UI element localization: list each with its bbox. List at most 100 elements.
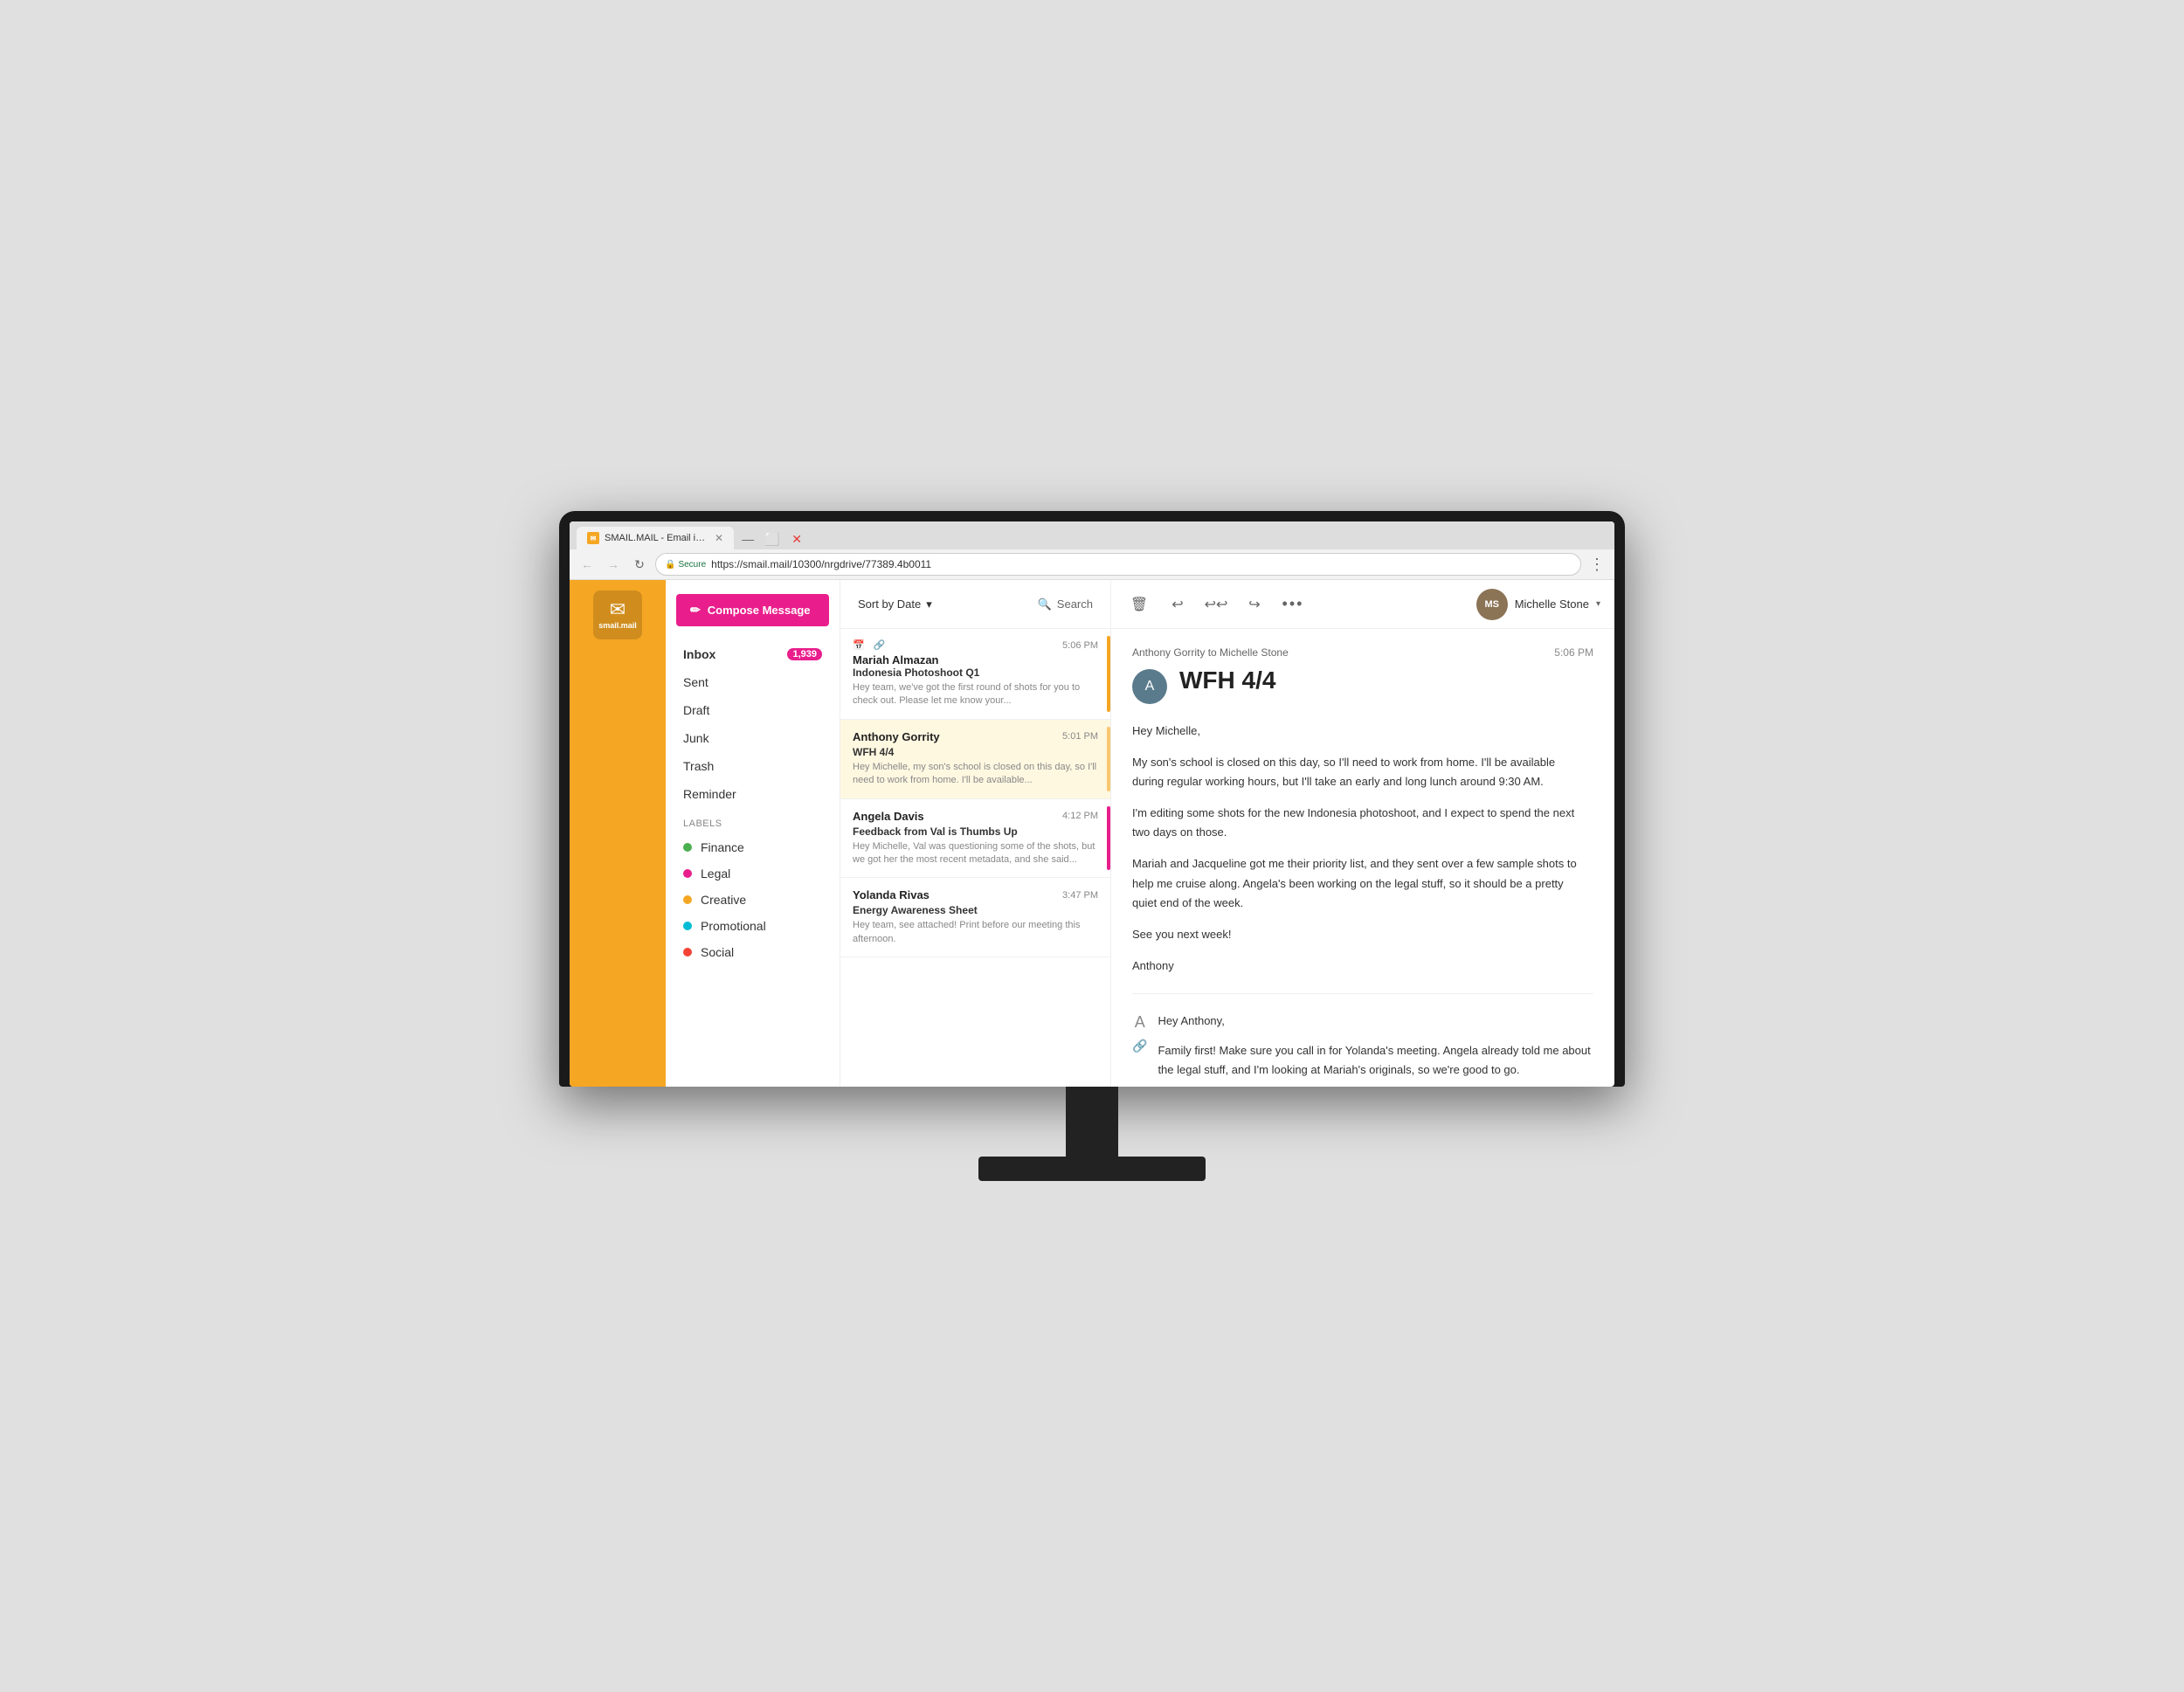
reply-all-button[interactable]: ↩↩ bbox=[1202, 590, 1230, 618]
label-legal[interactable]: Legal bbox=[666, 860, 840, 887]
email-time-3: 4:12 PM bbox=[1062, 811, 1098, 821]
more-options-button[interactable]: ••• bbox=[1279, 590, 1307, 618]
browser-menu-button[interactable]: ⋮ bbox=[1586, 554, 1607, 575]
forward-button[interactable]: → bbox=[603, 554, 624, 575]
email-detail-toolbar: 🗑 ↩ ↩↩ ↪ ••• bbox=[1111, 580, 1614, 629]
priority-bar-3 bbox=[1107, 806, 1110, 871]
email-sender-2: Anthony Gorrity bbox=[853, 730, 940, 743]
email-item-2-header: Anthony Gorrity 5:01 PM bbox=[853, 730, 1098, 743]
finance-dot bbox=[683, 843, 692, 852]
nav-item-inbox[interactable]: Inbox 1,939 bbox=[666, 640, 840, 668]
sender-avatar: A bbox=[1132, 669, 1167, 704]
reply-p1: Hey Anthony, bbox=[1158, 1012, 1593, 1031]
logo-icon: ✉ bbox=[610, 600, 625, 619]
maximize-button[interactable]: ⬜ bbox=[762, 528, 783, 549]
browser-tab-active[interactable]: ✉ SMAIL.MAIL - Email inbo... ✕ bbox=[577, 527, 734, 549]
social-dot bbox=[683, 948, 692, 956]
secure-badge: 🔒 Secure bbox=[665, 560, 706, 570]
sort-label: Sort by Date bbox=[858, 597, 921, 611]
body-p1: Hey Michelle, bbox=[1132, 722, 1586, 741]
close-button[interactable]: ✕ bbox=[786, 528, 807, 549]
reply-section: A 🔗 Hey Anthony, Family first! Make sure… bbox=[1132, 1012, 1593, 1087]
sent-label: Sent bbox=[683, 675, 708, 689]
user-profile[interactable]: MS Michelle Stone ▾ bbox=[1476, 589, 1600, 620]
email-body: Hey Michelle, My son's school is closed … bbox=[1132, 722, 1586, 976]
email-detail-panel: 🗑 ↩ ↩↩ ↪ ••• bbox=[1111, 580, 1614, 1087]
minimize-button[interactable]: — bbox=[737, 528, 758, 549]
body-p5: See you next week! bbox=[1132, 925, 1586, 944]
email-subject-3: Feedback from Val is Thumbs Up bbox=[853, 825, 1098, 838]
undo-icon: ↩ bbox=[1171, 596, 1183, 613]
nav-panel: ✏ Compose Message Inbox 1,939 Sent Draft bbox=[666, 580, 840, 1087]
email-detail-time: 5:06 PM bbox=[1554, 646, 1593, 659]
compose-button[interactable]: ✏ Compose Message bbox=[676, 594, 829, 626]
address-bar[interactable]: 🔒 Secure https://smail.mail/10300/nrgdri… bbox=[655, 553, 1581, 576]
nav-item-draft[interactable]: Draft bbox=[666, 696, 840, 724]
undo-button[interactable]: ↩ bbox=[1164, 590, 1192, 618]
link-icon-1: 🔗 bbox=[874, 639, 886, 651]
trash-label: Trash bbox=[683, 759, 714, 773]
reply-link-icon: 🔗 bbox=[1132, 1039, 1147, 1053]
email-sender-3: Angela Davis bbox=[853, 810, 924, 823]
email-time-2: 5:01 PM bbox=[1062, 731, 1098, 742]
label-finance[interactable]: Finance bbox=[666, 834, 840, 860]
tab-favicon: ✉ bbox=[587, 532, 599, 544]
email-item-2[interactable]: Anthony Gorrity 5:01 PM WFH 4/4 Hey Mich… bbox=[840, 720, 1110, 799]
nav-item-sent[interactable]: Sent bbox=[666, 668, 840, 696]
compose-label: Compose Message bbox=[708, 604, 811, 617]
email-subject-4: Energy Awareness Sheet bbox=[853, 904, 1098, 916]
email-sender-4: Yolanda Rivas bbox=[853, 888, 930, 901]
nav-item-junk[interactable]: Junk bbox=[666, 724, 840, 752]
url-text: https://smail.mail/10300/nrgdrive/77389.… bbox=[711, 558, 931, 570]
reply-p2: Family first! Make sure you call in for … bbox=[1158, 1041, 1593, 1080]
inbox-label: Inbox bbox=[683, 647, 715, 661]
monitor-stand-base bbox=[978, 1157, 1206, 1181]
refresh-button[interactable]: ↻ bbox=[629, 554, 650, 575]
junk-label: Junk bbox=[683, 731, 709, 745]
email-item-3[interactable]: Angela Davis 4:12 PM Feedback from Val i… bbox=[840, 799, 1110, 879]
sidebar-logo: ✉ smail.mail bbox=[593, 590, 642, 639]
email-detail-subject: WFH 4/4 bbox=[1179, 666, 1275, 695]
sidebar: ✉ smail.mail bbox=[570, 580, 666, 1087]
browser-tabs: ✉ SMAIL.MAIL - Email inbo... ✕ — ⬜ ✕ bbox=[570, 521, 1614, 549]
search-button[interactable]: 🔍 Search bbox=[1031, 592, 1100, 617]
reminder-label: Reminder bbox=[683, 787, 736, 801]
social-label: Social bbox=[701, 945, 734, 959]
avatar: MS bbox=[1476, 589, 1508, 620]
label-social[interactable]: Social bbox=[666, 939, 840, 965]
email-meta-row: Anthony Gorrity to Michelle Stone 5:06 P… bbox=[1132, 646, 1593, 659]
delete-button[interactable]: 🗑 bbox=[1125, 590, 1153, 618]
delete-icon: 🗑 bbox=[1130, 596, 1148, 613]
nav-item-trash[interactable]: Trash bbox=[666, 752, 840, 780]
search-icon: 🔍 bbox=[1038, 597, 1052, 611]
calendar-icon: 📅 bbox=[853, 639, 865, 651]
monitor-stand-neck bbox=[1066, 1087, 1118, 1157]
reply-icons: A 🔗 bbox=[1132, 1013, 1147, 1087]
search-label: Search bbox=[1057, 597, 1093, 611]
email-detail-content: Anthony Gorrity to Michelle Stone 5:06 P… bbox=[1111, 629, 1614, 1087]
sort-button[interactable]: Sort by Date ▾ bbox=[851, 592, 939, 617]
label-creative[interactable]: Creative bbox=[666, 887, 840, 913]
email-subject-1: Indonesia Photoshoot Q1 bbox=[853, 666, 1098, 679]
tab-close-button[interactable]: ✕ bbox=[715, 532, 723, 544]
back-button[interactable]: ← bbox=[577, 554, 598, 575]
browser-toolbar: ← → ↻ 🔒 Secure https://smail.mail/10300/… bbox=[570, 549, 1614, 579]
inbox-badge: 1,939 bbox=[787, 648, 822, 660]
promotional-label: Promotional bbox=[701, 919, 766, 933]
email-preview-3: Hey Michelle, Val was questioning some o… bbox=[853, 840, 1098, 867]
forward-button[interactable]: ↪ bbox=[1241, 590, 1268, 618]
compose-icon: ✏ bbox=[690, 603, 701, 618]
email-item-4[interactable]: Yolanda Rivas 3:47 PM Energy Awareness S… bbox=[840, 878, 1110, 957]
email-item-1[interactable]: 📅 🔗 5:06 PM Mariah Almazan Indonesia Pho… bbox=[840, 629, 1110, 720]
user-dropdown-icon: ▾ bbox=[1596, 599, 1600, 609]
nav-item-reminder[interactable]: Reminder bbox=[666, 780, 840, 808]
body-p6: Anthony bbox=[1132, 956, 1586, 976]
app-layout: ✉ smail.mail ✏ Compose Message Inbox 1,9… bbox=[570, 580, 1614, 1087]
priority-bar-2 bbox=[1107, 727, 1110, 791]
sender-initial: A bbox=[1145, 679, 1155, 694]
label-promotional[interactable]: Promotional bbox=[666, 913, 840, 939]
reply-all-icon: ↩↩ bbox=[1205, 596, 1228, 613]
tab-title: SMAIL.MAIL - Email inbo... bbox=[605, 533, 709, 543]
reply-person-icon: A bbox=[1135, 1013, 1145, 1032]
body-p3: I'm editing some shots for the new Indon… bbox=[1132, 804, 1586, 842]
